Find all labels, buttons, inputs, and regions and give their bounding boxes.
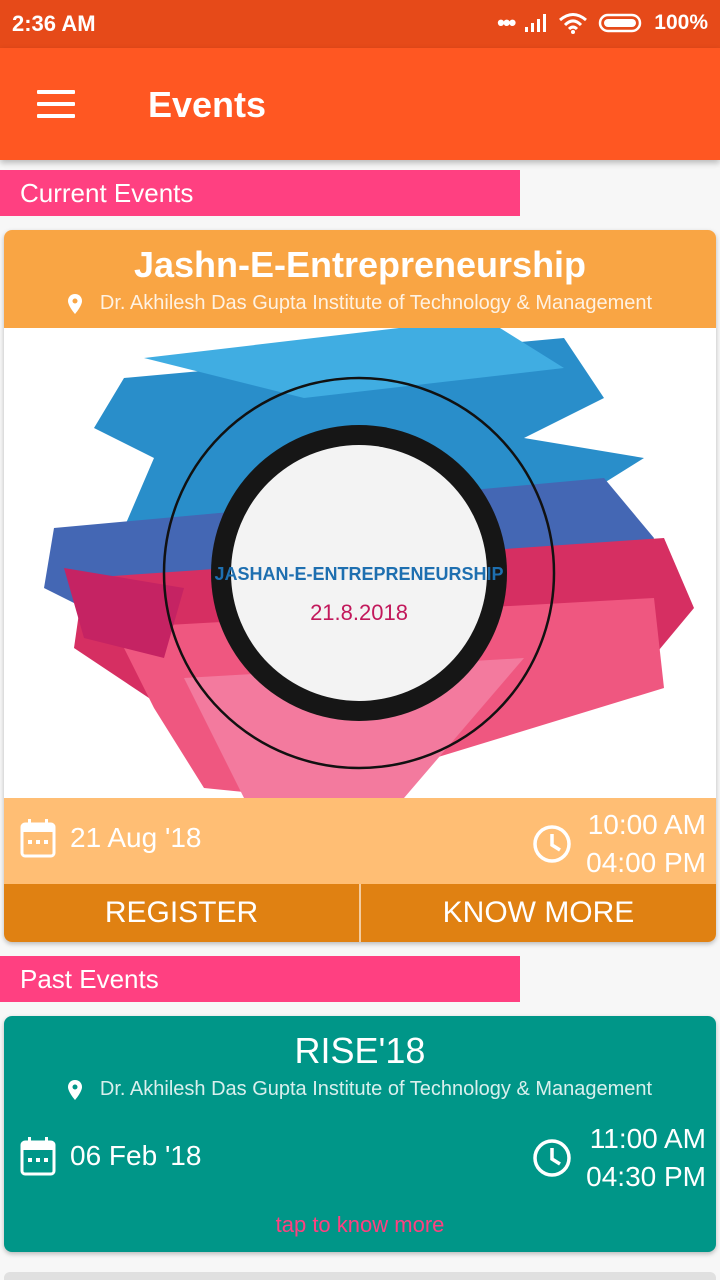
know-more-button[interactable]: KNOW MORE	[361, 884, 716, 942]
section-header-current: Current Events	[0, 170, 520, 216]
calendar-icon	[20, 819, 56, 858]
battery-percent: 100%	[654, 11, 708, 34]
event-actions: REGISTER KNOW MORE	[4, 884, 716, 942]
cell-signal-icon	[525, 14, 547, 32]
venue-text: Dr. Akhilesh Das Gupta Institute of Tech…	[99, 1078, 653, 1100]
poster-image: JASHAN-E-ENTREPRENEURSHIP 21.8.2018	[44, 328, 694, 798]
event-start-time: 11:00 AM	[589, 1123, 706, 1154]
event-date: 21 Aug '18	[20, 818, 201, 858]
event-date-text: 06 Feb '18	[70, 1140, 202, 1171]
event-venue: Dr. Akhilesh Das Gupta Institute of Tech…	[4, 292, 716, 315]
event-title: Jashn-E-Entrepreneurship	[133, 244, 587, 285]
more-dots-icon: •••	[497, 10, 516, 35]
status-icons: ••• 100%	[497, 11, 708, 35]
tap-to-know-more-link[interactable]: tap to know more	[4, 1212, 716, 1238]
current-event-card[interactable]: Jashn-E-Entrepreneurship Dr. Akhilesh Da…	[4, 230, 716, 942]
event-date: 06 Feb '18	[20, 1136, 201, 1176]
app-bar: Events	[0, 48, 720, 160]
battery-icon	[599, 13, 642, 33]
event-time: 11:00 AM 04:30 PM	[532, 1120, 706, 1196]
calendar-icon	[20, 1137, 56, 1176]
status-bar: 2:36 AM ••• 100%	[0, 0, 720, 48]
event-start-time: 10:00 AM	[587, 809, 706, 840]
event-poster: JASHAN-E-ENTREPRENEURSHIP 21.8.2018	[4, 328, 716, 798]
past-event-card[interactable]: RISE'18 Dr. Akhilesh Das Gupta Institute…	[4, 1016, 716, 1252]
hamburger-menu-icon[interactable]	[30, 84, 82, 124]
location-pin-icon	[67, 1079, 82, 1100]
next-card-edge	[4, 1272, 716, 1280]
poster-title: JASHAN-E-ENTREPRENEURSHIP	[214, 564, 503, 584]
event-date-text: 21 Aug '18	[70, 822, 202, 853]
event-venue: Dr. Akhilesh Das Gupta Institute of Tech…	[4, 1078, 716, 1101]
section-header-past: Past Events	[0, 956, 520, 1002]
event-end-time: 04:00 PM	[586, 847, 706, 878]
poster-date: 21.8.2018	[310, 600, 408, 625]
event-end-time: 04:30 PM	[586, 1161, 706, 1192]
event-title: RISE'18	[294, 1030, 426, 1071]
page-title: Events	[148, 84, 267, 125]
wifi-icon	[559, 13, 588, 34]
status-time: 2:36 AM	[12, 11, 96, 36]
clock-icon	[533, 1139, 571, 1177]
location-pin-icon	[67, 293, 82, 314]
event-info-bar: 21 Aug '18 10:00 AM 04:00 PM	[4, 798, 716, 884]
clock-icon	[533, 825, 571, 863]
venue-text: Dr. Akhilesh Das Gupta Institute of Tech…	[99, 292, 653, 314]
event-time: 10:00 AM 04:00 PM	[532, 806, 706, 882]
register-button[interactable]: REGISTER	[4, 884, 359, 942]
event-card-header: Jashn-E-Entrepreneurship Dr. Akhilesh Da…	[4, 230, 716, 328]
